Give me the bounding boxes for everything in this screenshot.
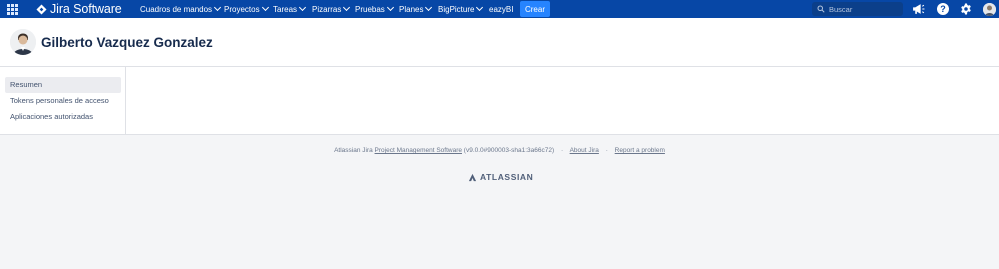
footer-separator: ·	[560, 147, 564, 154]
chevron-down-icon	[214, 3, 222, 12]
megaphone-icon	[912, 4, 924, 14]
gear-icon	[961, 3, 971, 15]
menu-label: BigPicture	[438, 4, 475, 14]
settings-button[interactable]	[959, 2, 973, 16]
menu-label: Planes	[399, 4, 424, 14]
chevron-down-icon	[386, 3, 394, 12]
atlassian-logo[interactable]: ATLASSIAN	[468, 172, 533, 182]
footer-version: (v9.0.0#900003-sha1:3a66c72)	[463, 147, 555, 154]
profile-header: Gilberto Vazquez Gonzalez	[0, 18, 999, 67]
footer-separator: ·	[605, 147, 608, 154]
chevron-down-icon	[425, 3, 433, 12]
brand-name: ATLASSIAN	[480, 172, 534, 182]
menu-eazybi[interactable]: eazyBI	[489, 0, 513, 18]
menu-label: Cuadros de mandos	[140, 4, 213, 14]
notifications-button[interactable]	[911, 2, 925, 16]
profile-avatar	[10, 29, 36, 55]
chevron-down-icon	[261, 3, 269, 12]
profile-sidebar: Resumen Tokens personales de acceso Apli…	[0, 67, 126, 135]
menu-dashboards[interactable]: Cuadros de mandos	[140, 0, 222, 18]
help-icon: ?	[937, 3, 949, 15]
top-navigation-bar: Jira Software Cuadros de mandos Proyecto…	[0, 0, 999, 18]
menu-label: Pizarras	[312, 4, 342, 14]
avatar	[982, 2, 996, 16]
menu-issues[interactable]: Tareas	[273, 0, 307, 18]
sidebar-item-tokens[interactable]: Tokens personales de acceso	[5, 93, 121, 109]
menu-boards[interactable]: Pizarras	[312, 0, 351, 18]
menu-label: Pruebas	[355, 4, 385, 14]
search-input[interactable]	[829, 4, 899, 14]
sidebar-item-resumen[interactable]: Resumen	[5, 77, 121, 93]
app-switcher-icon[interactable]	[7, 4, 18, 15]
page-title: Gilberto Vazquez Gonzalez	[41, 35, 213, 50]
footer-link-report[interactable]: Report a problem	[615, 147, 665, 154]
product-name: Jira Software	[50, 2, 122, 16]
footer-link-about[interactable]: About Jira	[570, 147, 599, 154]
help-button[interactable]: ?	[936, 2, 950, 16]
menu-tests[interactable]: Pruebas	[355, 0, 394, 18]
footer-link-pms[interactable]: Project Management Software	[375, 147, 462, 154]
atlassian-logo-icon	[468, 173, 477, 181]
menu-label: eazyBI	[489, 4, 514, 14]
jira-logo[interactable]: Jira Software	[36, 2, 122, 16]
jira-logo-icon	[36, 3, 47, 15]
menu-projects[interactable]: Proyectos	[224, 0, 269, 18]
menu-bigpicture[interactable]: BigPicture	[438, 0, 484, 18]
footer-prefix: Atlassian Jira	[334, 147, 373, 154]
menu-plans[interactable]: Planes	[399, 0, 433, 18]
chevron-down-icon	[476, 3, 484, 12]
user-menu-button[interactable]	[982, 2, 996, 16]
search-box[interactable]	[812, 2, 903, 16]
search-icon	[817, 5, 825, 13]
menu-label: Tareas	[273, 4, 298, 14]
chevron-down-icon	[298, 3, 307, 12]
chevron-down-icon	[343, 3, 351, 12]
create-button[interactable]: Crear	[520, 1, 550, 17]
sidebar-item-authorized-apps[interactable]: Aplicaciones autorizadas	[5, 109, 121, 125]
footer: Atlassian Jira Project Management Softwa…	[0, 147, 999, 154]
menu-label: Proyectos	[224, 4, 260, 14]
profile-content: Resumen Tokens personales de acceso Apli…	[0, 67, 999, 135]
